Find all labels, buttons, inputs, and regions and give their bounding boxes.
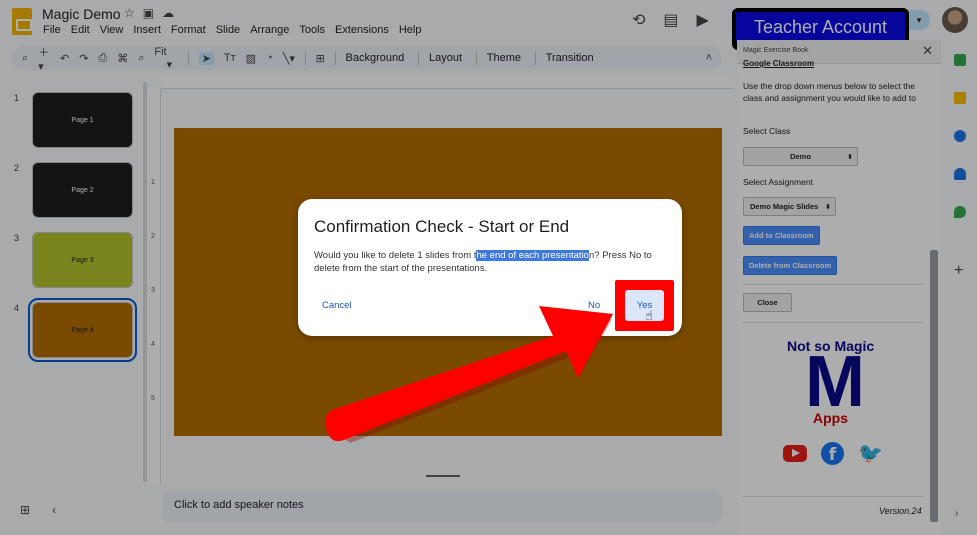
dialog-title: Confirmation Check - Start or End [314, 217, 570, 236]
cancel-button[interactable]: Cancel [314, 298, 360, 313]
no-button[interactable]: No [580, 298, 608, 313]
dialog-message-part: Would you like to delete 1 slides from t [314, 250, 477, 261]
hand-cursor-icon: ☝ [645, 308, 653, 323]
dialog-message: Would you like to delete 1 slides from t… [314, 249, 674, 275]
dialog-message-highlight: he end of each presentatio [476, 250, 589, 261]
